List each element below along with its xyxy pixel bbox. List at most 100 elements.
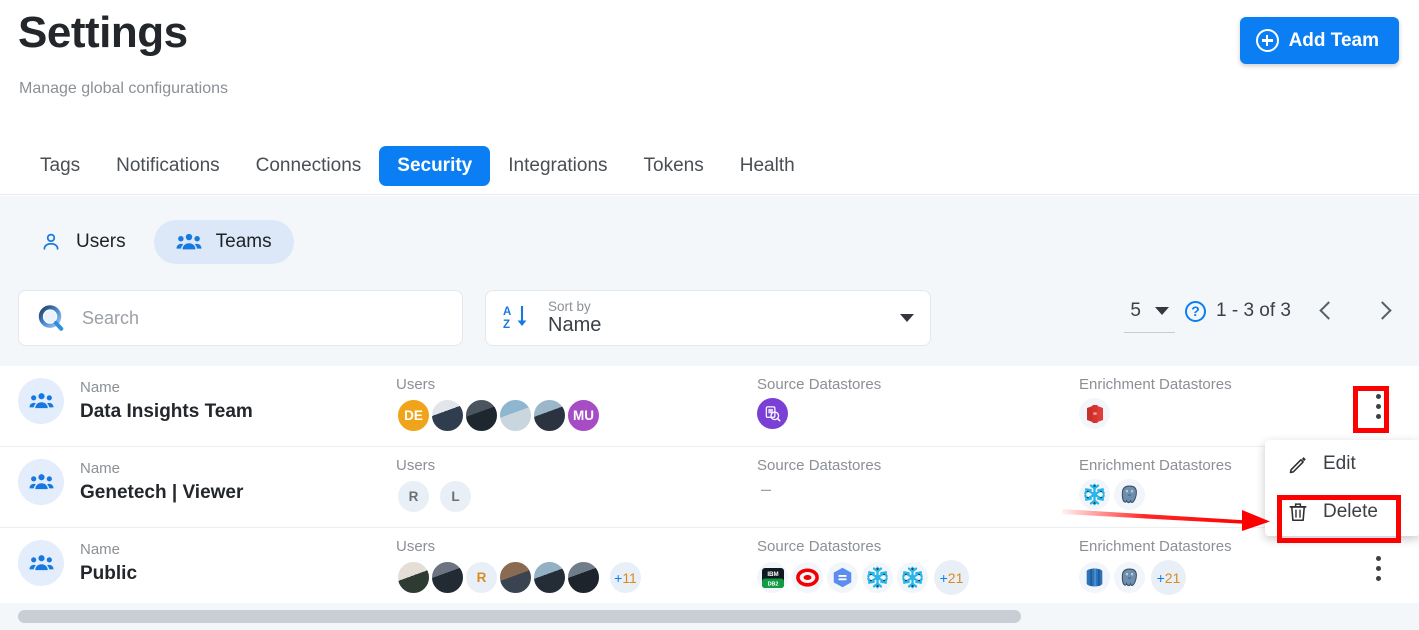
avatar[interactable]: R xyxy=(396,479,431,514)
avatar[interactable]: MU xyxy=(566,398,601,433)
enrichment-datastores-cell: Enrichment Datastores xyxy=(1079,376,1232,429)
add-team-label: Add Team xyxy=(1288,29,1379,51)
ibm-db2-icon[interactable]: IBM DB2 xyxy=(757,562,788,593)
pencil-icon xyxy=(1289,457,1306,474)
source-overflow-badge[interactable]: +21 xyxy=(934,560,969,595)
settings-page: Settings Manage global configurations Ad… xyxy=(0,0,1419,630)
sort-by-value: Name xyxy=(548,314,602,337)
amazon-rds-icon[interactable] xyxy=(1079,562,1110,593)
bigquery-icon[interactable] xyxy=(827,562,858,593)
page-header: Settings Manage global configurations Ad… xyxy=(0,0,1419,135)
annotation-arrow xyxy=(1062,509,1270,531)
avatar[interactable] xyxy=(532,560,567,595)
avatar[interactable]: R xyxy=(464,560,499,595)
team-name-cell: Name Data Insights Team xyxy=(18,378,253,424)
source-overflow-count: 21 xyxy=(947,569,964,586)
person-icon xyxy=(43,233,59,250)
source-datastore-list: IBM DB2 + 21 xyxy=(757,560,969,595)
svg-text:IBM: IBM xyxy=(767,571,778,578)
table-toolbar: Search A Z Sort by Name 5 ? 1 - 3 of 3 xyxy=(0,284,1419,354)
tab-security[interactable]: Security xyxy=(379,145,491,186)
enrichment-datastores-cell: Enrichment Datastores xyxy=(1079,457,1232,510)
user-avatar-stack: R +11 xyxy=(396,560,643,595)
postgresql-icon[interactable] xyxy=(1114,562,1145,593)
tab-integrations[interactable]: Integrations xyxy=(490,146,625,186)
source-datastores-cell: Source Datastores IBM DB2 + 21 xyxy=(757,538,969,595)
redshift-icon[interactable] xyxy=(1079,398,1110,429)
menu-item-edit[interactable]: Edit xyxy=(1265,440,1419,488)
column-label-users: Users xyxy=(396,457,436,474)
avatar[interactable]: DE xyxy=(396,398,431,433)
snowflake-icon[interactable] xyxy=(897,562,928,593)
column-label-name: Name xyxy=(80,460,121,477)
svg-text:DB2: DB2 xyxy=(767,581,778,587)
tab-connections[interactable]: Connections xyxy=(238,146,380,186)
enrichment-datastore-list xyxy=(1079,398,1232,429)
svg-text:Z: Z xyxy=(503,319,510,331)
search-placeholder: Search xyxy=(82,307,140,328)
table-row[interactable]: Name Data Insights Team Users DE MU Sour… xyxy=(0,366,1419,447)
avatar[interactable] xyxy=(532,398,567,433)
column-label-enrichment: Enrichment Datastores xyxy=(1079,376,1232,393)
team-name: Data Insights Team xyxy=(80,401,253,422)
avatar[interactable]: L xyxy=(438,479,473,514)
chevron-right-icon[interactable] xyxy=(1371,298,1397,324)
page-size-value: 5 xyxy=(1130,299,1141,321)
users-cell: Users DE MU xyxy=(396,376,601,433)
page-size-select[interactable]: 5 xyxy=(1124,300,1175,333)
avatar[interactable] xyxy=(430,398,465,433)
column-label-users: Users xyxy=(396,376,436,393)
add-team-button[interactable]: Add Team xyxy=(1239,17,1399,64)
users-overflow-badge[interactable]: +11 xyxy=(608,560,643,595)
search-input[interactable]: Search xyxy=(18,290,463,346)
sidebar-item-users[interactable]: Users xyxy=(18,220,148,264)
oracle-icon[interactable] xyxy=(792,562,823,593)
source-datastores-cell: Source Datastores xyxy=(757,376,881,429)
source-datastores-cell: Source Datastores – xyxy=(757,457,881,500)
table-row[interactable]: Name Public Users R +11 Source Datastore… xyxy=(0,528,1419,606)
users-cell: Users R L xyxy=(396,457,473,514)
avatar[interactable] xyxy=(498,560,533,595)
sort-alpha-descending-icon: A Z xyxy=(503,306,527,331)
snowflake-icon[interactable] xyxy=(862,562,893,593)
avatar[interactable] xyxy=(566,560,601,595)
sort-by-select[interactable]: A Z Sort by Name xyxy=(485,290,931,346)
avatar[interactable] xyxy=(396,560,431,595)
chevron-left-icon[interactable] xyxy=(1313,298,1339,324)
enrichment-overflow-count: 21 xyxy=(1164,569,1181,586)
page-subtitle: Manage global configurations xyxy=(19,80,229,97)
kebab-menu-icon[interactable] xyxy=(1367,551,1389,585)
team-name-cell: Name Public xyxy=(18,540,137,586)
avatar[interactable] xyxy=(430,560,465,595)
tab-notifications[interactable]: Notifications xyxy=(98,146,238,186)
people-group-icon xyxy=(18,378,64,424)
column-label-source: Source Datastores xyxy=(757,538,882,555)
avatar[interactable] xyxy=(464,398,499,433)
svg-text:A: A xyxy=(503,306,511,318)
enrichment-overflow-badge[interactable]: +21 xyxy=(1151,560,1186,595)
column-label-name: Name xyxy=(80,541,121,558)
user-avatar-stack: R L xyxy=(396,479,473,514)
enrichment-datastore-list: +21 xyxy=(1079,560,1232,595)
column-label-source: Source Datastores xyxy=(757,457,882,474)
athena-icon[interactable] xyxy=(757,398,788,429)
menu-item-delete[interactable]: Delete xyxy=(1265,488,1419,536)
trash-icon xyxy=(1289,503,1307,522)
tab-tokens[interactable]: Tokens xyxy=(626,146,722,186)
settings-tabs: Tags Notifications Connections Security … xyxy=(0,137,1419,195)
kebab-menu-icon[interactable] xyxy=(1367,389,1389,423)
teams-label: Teams xyxy=(215,231,272,252)
help-circle-icon[interactable]: ? xyxy=(1185,300,1206,322)
tab-health[interactable]: Health xyxy=(722,146,813,186)
row-context-menu: Edit Delete xyxy=(1265,440,1419,536)
sort-by-label: Sort by xyxy=(548,299,591,315)
page-title: Settings xyxy=(18,8,188,57)
sidebar-item-teams[interactable]: Teams xyxy=(153,220,294,264)
horizontal-scrollbar[interactable] xyxy=(18,610,1021,623)
avatar[interactable] xyxy=(498,398,533,433)
pagination: 5 ? 1 - 3 of 3 xyxy=(1124,298,1397,334)
chevron-down-icon[interactable] xyxy=(900,314,914,322)
tab-tags[interactable]: Tags xyxy=(22,146,98,186)
column-label-users: Users xyxy=(396,538,436,555)
search-icon xyxy=(38,304,64,331)
